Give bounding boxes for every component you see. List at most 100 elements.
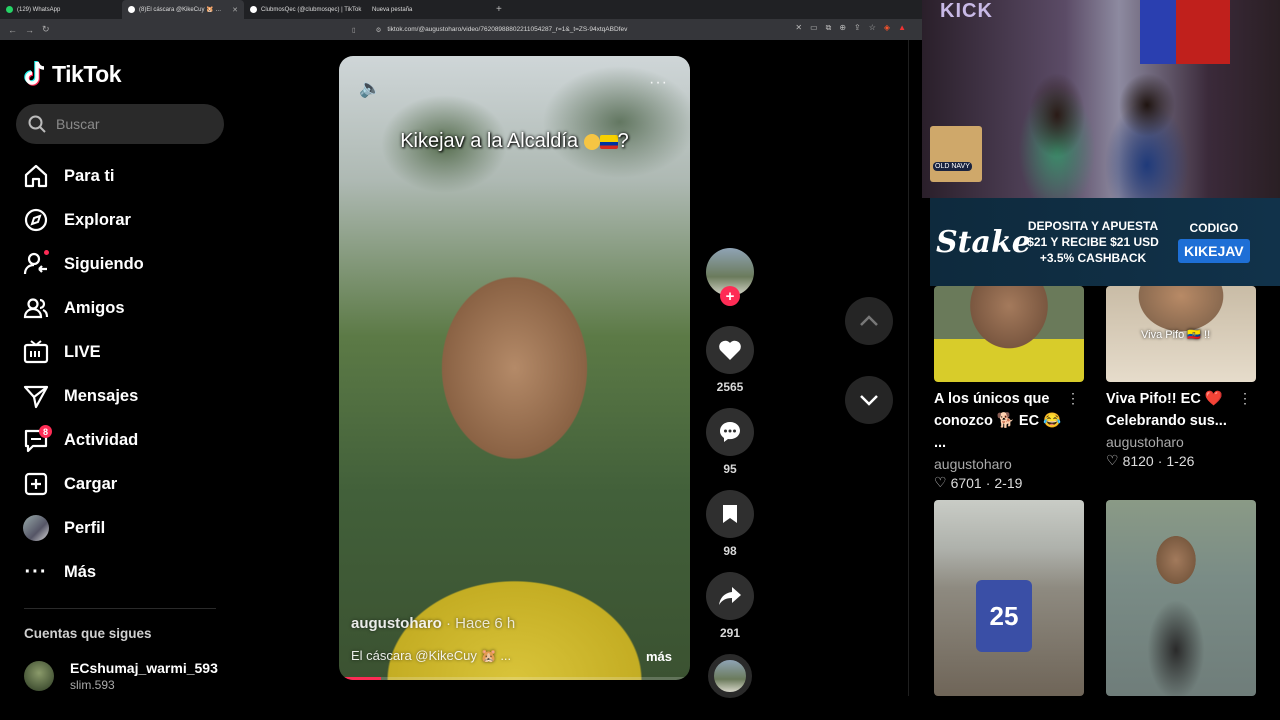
- like-button[interactable]: [706, 326, 754, 374]
- more-description-button[interactable]: más: [646, 649, 672, 664]
- video-description: El cáscara @KikeCuy 🐹 ...: [351, 648, 512, 663]
- nav-perfil[interactable]: Perfil: [22, 506, 144, 550]
- nav-siguiendo[interactable]: Siguiendo: [22, 242, 144, 286]
- card-title: Viva Pifo!! EC ❤️ Celebrando sus...: [1106, 391, 1227, 429]
- video-card[interactable]: 25: [934, 500, 1084, 696]
- back-icon[interactable]: ←: [8, 25, 17, 35]
- right-panel: KICK OLD NAVY Stake DEPOSITA Y APUESTA $…: [922, 0, 1280, 720]
- nav-label: LIVE: [64, 342, 101, 361]
- video-card[interactable]: Viva Pifo 🇪🇨 !! ⋮ Viva Pifo!! EC ❤️ Cele…: [1106, 286, 1256, 469]
- url-text: tiktok.com/@augustoharo/video/7620898880…: [387, 26, 628, 33]
- nav-label: Perfil: [64, 518, 106, 537]
- video-card[interactable]: ⋮ A los únicos que conozco 🐕 EC 😂 ... au…: [934, 286, 1084, 491]
- extension-icon[interactable]: ✕: [795, 23, 802, 33]
- nav-label: Actividad: [64, 430, 139, 449]
- creator-avatar[interactable]: +: [706, 248, 754, 306]
- promo-line: DEPOSITA Y APUESTA: [1027, 219, 1159, 233]
- tab-label: Nueva pestaña: [372, 6, 413, 13]
- code-value: KIKEJAV: [1178, 239, 1250, 263]
- music-disc[interactable]: [708, 654, 752, 698]
- nav-explorar[interactable]: Explorar: [22, 198, 144, 242]
- upload-icon: [22, 470, 50, 498]
- action-bar: + 2565 95 98 291: [706, 248, 754, 698]
- sidebar: TikTok Para ti Explorar Siguiendo Amigos: [0, 40, 240, 720]
- notification-badge: 8: [39, 425, 52, 438]
- alert-icon[interactable]: ▲: [898, 23, 906, 33]
- stake-promo-banner: Stake DEPOSITA Y APUESTA $21 Y RECIBE $2…: [930, 198, 1280, 286]
- translate-icon[interactable]: ⧉: [826, 23, 832, 33]
- nav-amigos[interactable]: Amigos: [22, 286, 144, 330]
- tab-tiktok-video[interactable]: (8)El cáscara @KikeCuy 🐹 … ✕: [122, 0, 244, 19]
- card-stats: ♡ 8120 · 1-26: [1106, 452, 1256, 469]
- save-button[interactable]: [706, 490, 754, 538]
- video-more-icon[interactable]: ···: [649, 74, 668, 92]
- forward-icon[interactable]: →: [25, 25, 34, 35]
- tab-new[interactable]: Nueva pestaña: [366, 0, 488, 19]
- previous-video-button[interactable]: [845, 297, 893, 345]
- friends-icon: [22, 294, 50, 322]
- volume-icon[interactable]: 🔈: [359, 78, 381, 99]
- comment-button[interactable]: [706, 408, 754, 456]
- nav-mensajes[interactable]: Mensajes: [22, 374, 144, 418]
- progress-fill: [339, 677, 382, 680]
- like-count: 2565: [716, 380, 744, 394]
- card-date: 2-19: [994, 474, 1023, 491]
- video-thumbnail[interactable]: [1106, 500, 1256, 696]
- share-icon[interactable]: ⇪: [854, 23, 861, 33]
- tiktok-logo[interactable]: TikTok: [24, 60, 122, 88]
- main-nav: Para ti Explorar Siguiendo Amigos LIVE M…: [22, 154, 144, 594]
- tab-clubmosqec[interactable]: ClubmosQec (@clubmosqec) | TikTok: [244, 0, 366, 19]
- card-user[interactable]: augustoharo: [1106, 434, 1256, 450]
- search-box[interactable]: [16, 104, 224, 144]
- jersey-number: 25: [976, 580, 1032, 652]
- nav-cargar[interactable]: Cargar: [22, 462, 144, 506]
- reload-icon[interactable]: ↻: [42, 24, 50, 35]
- following-accounts-title: Cuentas que sigues: [24, 626, 152, 641]
- search-input[interactable]: [56, 116, 206, 132]
- follow-plus-icon[interactable]: +: [720, 286, 740, 306]
- address-bar-row: ← → ↻ ▯ ⚙ tiktok.com/@augustoharo/video/…: [0, 19, 922, 40]
- nav-mas[interactable]: ··· Más: [22, 550, 144, 594]
- bag-label: OLD NAVY: [933, 162, 972, 171]
- nav-label: Explorar: [64, 210, 131, 229]
- video-thumbnail[interactable]: [934, 286, 1084, 382]
- more-icon: ···: [24, 560, 48, 583]
- save-count: 98: [723, 544, 737, 558]
- video-progress-bar[interactable]: [339, 677, 690, 680]
- video-thumbnail[interactable]: 25: [934, 500, 1084, 696]
- bookmark-icon[interactable]: ▯: [352, 26, 356, 34]
- card-title: A los únicos que conozco 🐕 EC 😂 ...: [934, 391, 1062, 451]
- zoom-icon[interactable]: ⊕: [839, 23, 846, 33]
- close-tab-icon[interactable]: ✕: [232, 6, 238, 14]
- video-card[interactable]: [1106, 500, 1256, 696]
- star-icon[interactable]: ☆: [869, 23, 876, 33]
- new-tab-button[interactable]: +: [496, 4, 502, 15]
- card-likes: 6701: [950, 474, 982, 491]
- followed-account[interactable]: ECshumaj_warmi_593 slim.593: [24, 660, 218, 692]
- kick-logo: KICK: [940, 0, 993, 22]
- video-player[interactable]: 🔈 ··· Kikejav a la Alcaldía ? augustohar…: [339, 56, 690, 680]
- extensions-toolbar: ✕ ▭ ⧉ ⊕ ⇪ ☆ ◈ ▲: [795, 23, 906, 33]
- ecuador-flag-icon: [599, 134, 618, 149]
- heart-icon: [719, 340, 741, 360]
- card-more-icon[interactable]: ⋮: [1066, 390, 1080, 407]
- cast-icon[interactable]: ▭: [810, 23, 818, 33]
- video-thumbnail[interactable]: Viva Pifo 🇪🇨 !!: [1106, 286, 1256, 382]
- share-button[interactable]: [706, 572, 754, 620]
- next-video-button[interactable]: [845, 376, 893, 424]
- nav-live[interactable]: LIVE: [22, 330, 144, 374]
- card-more-icon[interactable]: ⋮: [1238, 390, 1252, 407]
- site-info-icon[interactable]: ⚙: [376, 26, 382, 34]
- video-time: · Hace 6 h: [441, 615, 516, 632]
- card-user[interactable]: augustoharo: [934, 456, 1084, 472]
- comment-icon: [720, 422, 740, 442]
- tab-whatsapp[interactable]: (129) WhatsApp: [0, 0, 122, 19]
- video-author[interactable]: augustoharo: [351, 615, 442, 632]
- activity-icon: 8: [22, 425, 52, 454]
- profile-avatar: [22, 514, 50, 542]
- separator-dot: ·: [1157, 452, 1163, 469]
- nav-actividad[interactable]: 8 Actividad: [22, 418, 144, 462]
- chevron-up-icon: [860, 315, 878, 326]
- brave-icon[interactable]: ◈: [884, 23, 890, 33]
- nav-para-ti[interactable]: Para ti: [22, 154, 144, 198]
